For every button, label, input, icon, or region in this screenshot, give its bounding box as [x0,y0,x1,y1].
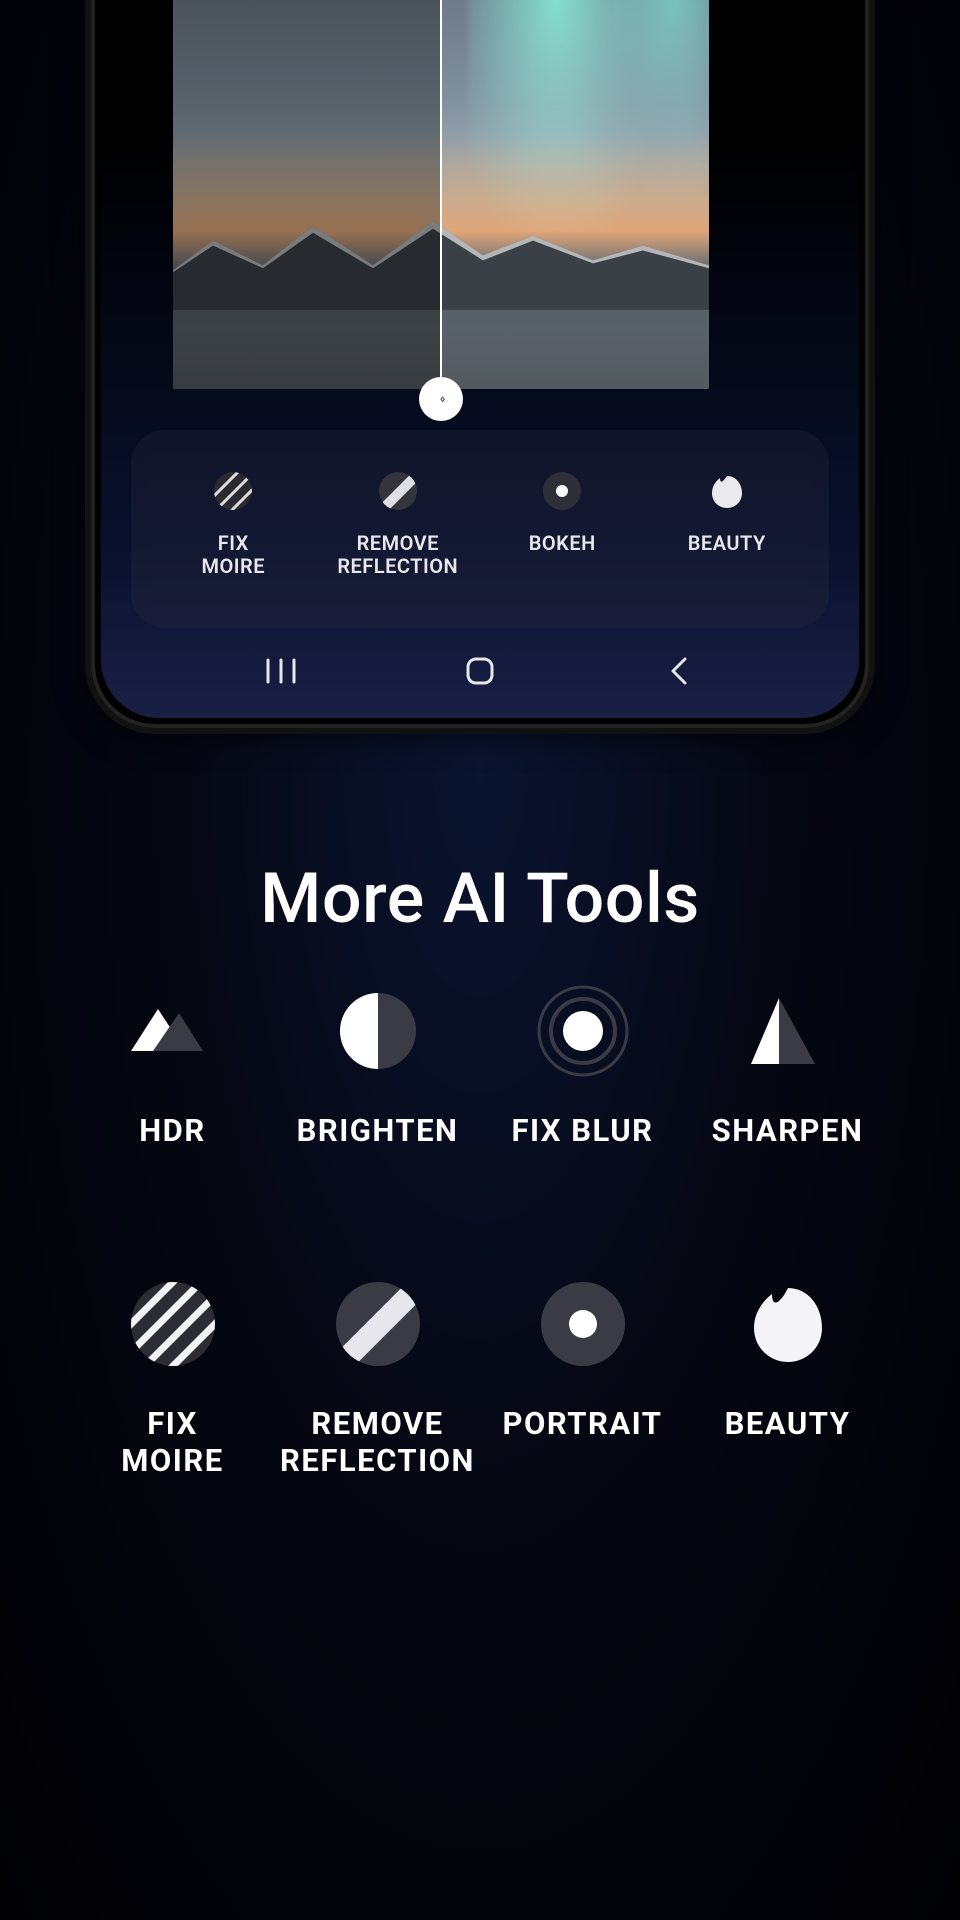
remove-reflection-icon [316,466,481,516]
comparison-divider [440,0,442,399]
beauty-icon [645,466,810,516]
tool-sharpen[interactable]: SHARPEN [685,976,890,1149]
nav-home-button[interactable] [450,656,510,690]
nav-back-button[interactable] [649,656,709,690]
fix-blur-icon [533,976,633,1086]
tool-label: PORTRAIT [502,1405,662,1442]
tools-grid: HDR BRIGHTEN FIX BLUR S [70,976,890,1480]
phone-frame: ‹ › [85,0,875,734]
tool-brighten[interactable]: BRIGHTEN [275,976,480,1149]
phone-screen: ‹ › [101,0,859,718]
slider-glyph: ‹ › [439,391,442,407]
tray-remove-reflection[interactable]: REMOVEREFLECTION [316,466,481,578]
tool-tray: FIXMOIRE REMOVEREFLECTION [131,430,829,628]
tool-label: HDR [139,1112,205,1149]
tool-hdr[interactable]: HDR [70,976,275,1149]
tool-label: BRIGHTEN [297,1112,459,1149]
android-navbar [101,640,859,706]
fix-moire-icon [131,1269,215,1379]
comparison-slider-handle[interactable]: ‹ › [419,377,463,421]
beauty-icon [746,1269,830,1379]
tray-label: FIXMOIRE [151,532,316,578]
tool-fix-blur[interactable]: FIX BLUR [480,976,685,1149]
back-icon [668,656,690,686]
tray-label: BOKEH [480,532,645,555]
tool-fix-moire[interactable]: FIXMOIRE [70,1269,275,1479]
tray-bokeh[interactable]: BOKEH [480,466,645,555]
tool-label: FIXMOIRE [121,1405,223,1479]
hdr-icon [123,976,223,1086]
tool-remove-reflection[interactable]: REMOVEREFLECTION [275,1269,480,1479]
tray-label: REMOVEREFLECTION [316,532,481,578]
nav-recents-button[interactable] [251,658,311,688]
tray-beauty[interactable]: BEAUTY [645,466,810,555]
fix-moire-icon [151,466,316,516]
sharpen-icon [745,976,831,1086]
remove-reflection-icon [336,1269,420,1379]
section-title: More AI Tools [0,858,960,940]
tool-label: FIX BLUR [511,1112,653,1149]
recents-icon [264,658,298,684]
bokeh-icon [480,466,645,516]
tool-label: SHARPEN [712,1112,864,1149]
home-icon [465,656,495,686]
tool-label: BEAUTY [725,1405,851,1442]
tool-label: REMOVEREFLECTION [280,1405,475,1479]
portrait-icon [541,1269,625,1379]
tray-label: BEAUTY [645,532,810,555]
tray-fix-moire[interactable]: FIXMOIRE [151,466,316,578]
tool-beauty[interactable]: BEAUTY [685,1269,890,1479]
tool-portrait[interactable]: PORTRAIT [480,1269,685,1479]
brighten-icon [337,976,419,1086]
